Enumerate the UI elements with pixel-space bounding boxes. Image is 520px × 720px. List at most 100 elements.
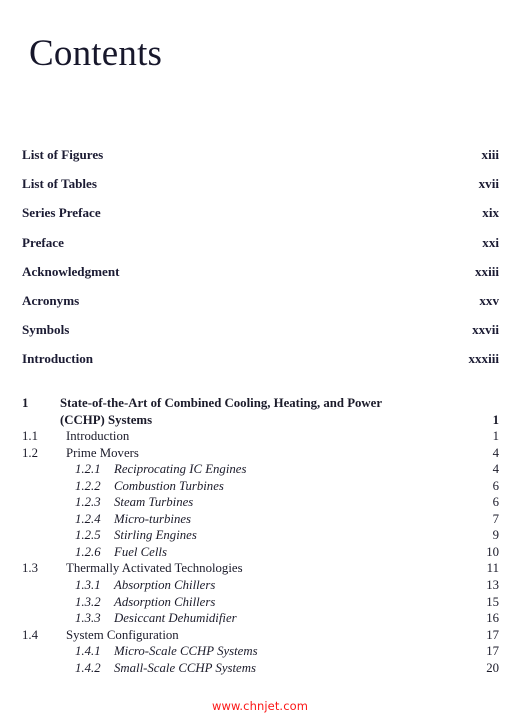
front-matter-page-number: xxv — [479, 292, 499, 308]
toc-entry-line: 1.4 System Configuration 17 — [0, 628, 520, 645]
subsection-title: Absorption Chillers — [114, 578, 216, 593]
section-number: 1.4 — [22, 627, 38, 642]
subsection-number: 1.2.6 — [75, 544, 101, 559]
toc-page-number: 17 — [486, 627, 499, 642]
front-matter-page-number: xxi — [482, 234, 499, 250]
subsection-title: Adsorption Chillers — [114, 594, 216, 609]
subsection-title: Combustion Turbines — [114, 478, 224, 493]
subsection-number: 1.2.1 — [75, 462, 101, 477]
section-title: Prime Movers — [66, 445, 139, 460]
toc-entry-chapter[interactable]: 1 State-of-the-Art of Combined Cooling, H… — [0, 396, 520, 429]
front-matter-page-number: xxxiii — [468, 351, 499, 367]
toc-entry-section[interactable]: 1.4 System Configuration 17 — [0, 628, 520, 645]
toc-entry-line: 1.2 Prime Movers 4 — [0, 446, 520, 463]
front-matter-list: List of Figures xiii List of Tables xvii Ser… — [0, 148, 520, 382]
front-matter-label: Symbols — [22, 322, 70, 338]
subsection-number: 1.2.3 — [75, 495, 101, 510]
front-matter-page-number: xiii — [481, 147, 499, 162]
subsection-number: 1.3.2 — [75, 594, 101, 609]
subsection-title: Small-Scale CCHP Systems — [114, 660, 256, 675]
toc-entry-subsection[interactable]: 1.2.6 Fuel Cells 10 — [0, 545, 520, 562]
front-matter-label: List of Figures — [22, 147, 104, 162]
toc-entry-line: 1.3.2 Adsorption Chillers 15 — [0, 595, 520, 612]
front-matter-label: Acronyms — [22, 292, 80, 308]
front-matter-entry[interactable]: Series Preface xix — [0, 206, 520, 235]
front-matter-entry[interactable]: Acknowledgment xxiii — [0, 263, 520, 294]
toc-entry-section[interactable]: 1.2 Prime Movers 4 — [0, 446, 520, 463]
chapter-title-line-1: State-of-the-Art of Combined Cooling, He… — [60, 396, 383, 410]
section-title: Introduction — [66, 429, 130, 444]
toc-page-number: 15 — [486, 594, 499, 609]
front-matter-page-number: xxvii — [472, 322, 499, 338]
front-matter-entry[interactable]: Preface xxi — [0, 234, 520, 265]
toc-entry-subsection[interactable]: 1.3.1 Absorption Chillers 13 — [0, 578, 520, 595]
toc-entry-line: 1.3 Thermally Activated Technologies 11 — [0, 561, 520, 578]
subsection-number: 1.2.2 — [75, 478, 101, 493]
toc-page-number: 20 — [486, 660, 499, 675]
section-title: System Configuration — [66, 627, 179, 642]
toc-entry-subsection[interactable]: 1.2.2 Combustion Turbines 6 — [0, 479, 520, 496]
subsection-title: Steam Turbines — [114, 495, 194, 510]
toc-entry-line: 1.2.4 Micro-turbines 7 — [0, 512, 520, 529]
section-number: 1.1 — [22, 429, 38, 444]
toc-entry-subsection[interactable]: 1.4.2 Small-Scale CCHP Systems 20 — [0, 661, 520, 678]
chapter-title-line-2: (CCHP) Systems — [60, 412, 153, 427]
subsection-number: 1.2.4 — [75, 511, 101, 526]
subsection-number: 1.3.1 — [75, 578, 101, 593]
subsection-title: Micro-turbines — [114, 511, 192, 526]
toc-entry-line: 1.2.1 Reciprocating IC Engines 4 — [0, 462, 520, 479]
toc-entry-line: 1.3.1 Absorption Chillers 13 — [0, 578, 520, 595]
body-matter-list: 1 State-of-the-Art of Combined Cooling, H… — [0, 396, 520, 677]
toc-entry-subsection[interactable]: 1.3.2 Adsorption Chillers 15 — [0, 595, 520, 612]
toc-entry-line: 1.2.3 Steam Turbines 6 — [0, 495, 520, 512]
subsection-title: Desiccant Dehumidifier — [114, 611, 237, 626]
front-matter-entry[interactable]: Introduction xxxiii — [0, 352, 520, 381]
toc-entry-subsection[interactable]: 1.2.5 Stirling Engines 9 — [0, 528, 520, 545]
toc-entry-line: 1.1 Introduction 1 — [0, 429, 520, 446]
toc-page-number: 9 — [492, 528, 499, 543]
toc-page-number: 16 — [486, 611, 499, 626]
toc-entry-line: 1 State-of-the-Art of Combined Cooling, H… — [0, 396, 520, 413]
front-matter-entry[interactable]: Acronyms xxv — [0, 292, 520, 323]
toc-entry-subsection[interactable]: 1.2.1 Reciprocating IC Engines 4 — [0, 462, 520, 479]
front-matter-page-number: xvii — [478, 176, 499, 192]
toc-page-number: 4 — [492, 445, 499, 460]
chapter-number: 1 — [22, 396, 29, 410]
toc-entry-line: 1.4.2 Small-Scale CCHP Systems 20 — [0, 661, 520, 678]
front-matter-entry[interactable]: List of Figures xiii — [0, 148, 520, 177]
front-matter-label: Series Preface — [22, 205, 101, 221]
subsection-number: 1.2.5 — [75, 528, 101, 543]
subsection-number: 1.4.2 — [75, 660, 101, 675]
toc-entry-section[interactable]: 1.1 Introduction 1 — [0, 429, 520, 446]
page-title: Contents — [29, 33, 163, 74]
toc-entry-line: 1.4.1 Micro-Scale CCHP Systems 17 — [0, 644, 520, 661]
toc-entry-line: (CCHP) Systems 1 — [0, 413, 520, 430]
front-matter-entry[interactable]: Symbols xxvii — [0, 323, 520, 352]
toc-entry-subsection[interactable]: 1.3.3 Desiccant Dehumidifier 16 — [0, 611, 520, 628]
subsection-title: Stirling Engines — [114, 528, 197, 543]
toc-entry-line: 1.2.2 Combustion Turbines 6 — [0, 479, 520, 496]
section-title: Thermally Activated Technologies — [66, 561, 243, 576]
toc-page-number: 7 — [492, 511, 499, 526]
subsection-number: 1.3.3 — [75, 611, 101, 626]
watermark: www.chnjet.com — [211, 699, 309, 713]
toc-page-number: 17 — [486, 644, 499, 659]
toc-page-number: 6 — [492, 495, 499, 510]
front-matter-entry[interactable]: List of Tables xvii — [0, 177, 520, 206]
front-matter-page-number: xix — [482, 205, 499, 221]
front-matter-page-number: xxiii — [474, 263, 499, 279]
toc-entry-section[interactable]: 1.3 Thermally Activated Technologies 11 — [0, 561, 520, 578]
toc-entry-subsection[interactable]: 1.2.4 Micro-turbines 7 — [0, 512, 520, 529]
toc-entry-subsection[interactable]: 1.2.3 Steam Turbines 6 — [0, 495, 520, 512]
section-number: 1.2 — [22, 445, 38, 460]
toc-page-number: 4 — [492, 462, 499, 477]
toc-entry-subsection[interactable]: 1.4.1 Micro-Scale CCHP Systems 17 — [0, 644, 520, 661]
section-number: 1.3 — [22, 561, 38, 576]
toc-page-number: 6 — [492, 478, 499, 493]
toc-entry-line: 1.3.3 Desiccant Dehumidifier 16 — [0, 611, 520, 628]
toc-page-number: 13 — [486, 578, 499, 593]
front-matter-label: Introduction — [22, 351, 94, 367]
subsection-title: Reciprocating IC Engines — [114, 462, 247, 477]
subsection-title: Micro-Scale CCHP Systems — [114, 644, 258, 659]
toc-page-number: 10 — [486, 544, 499, 559]
